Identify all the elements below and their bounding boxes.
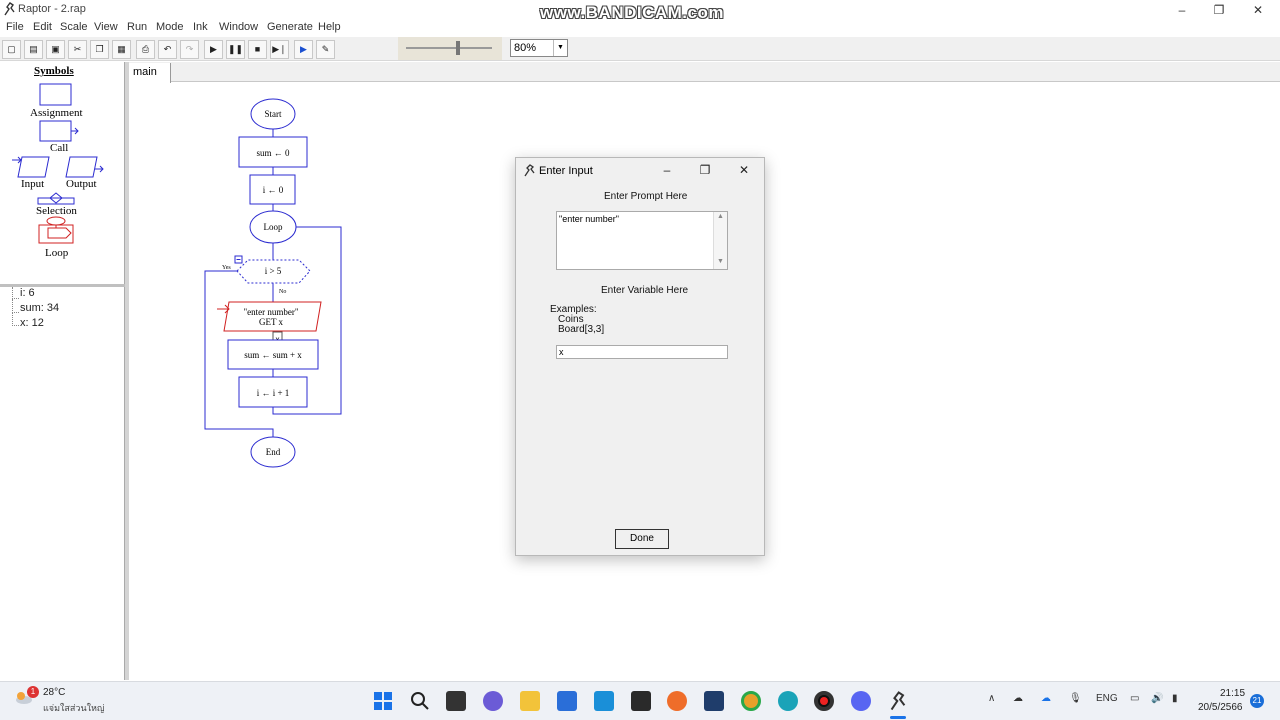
assign-sum-text: sum ← 0 [256,148,290,158]
active-app-indicator [890,716,906,719]
scroll-down-icon[interactable]: ▼ [717,258,724,265]
assign-i-text: i ← 0 [263,185,284,195]
assign-i-update-text: i ← i + 1 [257,388,290,398]
loop-node[interactable]: Loop [249,210,297,244]
raptor-app-icon [524,164,535,177]
dialog-minimize-button[interactable]: – [653,161,681,179]
store-icon[interactable] [557,691,577,711]
start-icon[interactable] [373,691,393,711]
microphone-icon[interactable]: 🎙 [1069,693,1082,704]
discord-icon[interactable] [851,691,871,711]
dialog-title: Enter Input [539,165,593,177]
yes-label: Yes [222,265,231,271]
task-view-icon[interactable] [446,691,466,711]
onedrive-icon[interactable]: ☁ [1041,693,1051,704]
prompt-value: "enter number" [559,214,619,224]
variable-input[interactable]: x [556,345,728,359]
dialog-maximize-button[interactable]: ❐ [691,161,719,179]
assign-sum-update-node[interactable]: sum ← sum + x [227,339,319,370]
prompt-textarea[interactable]: "enter number" ▲ ▼ [556,211,728,270]
scroll-up-icon[interactable]: ▲ [717,213,724,220]
dropbox-icon[interactable] [631,691,651,711]
prompt-label: Enter Prompt Here [604,191,688,202]
weather-desc[interactable]: แจ่มใสส่วนใหญ่ [43,701,105,715]
assign-sum-update-text: sum ← sum + x [244,350,302,360]
chrome-icon[interactable] [741,691,761,711]
onedrive-personal-icon[interactable]: ☁ [1013,693,1023,704]
weather-badge: 1 [27,686,39,698]
edge-icon[interactable] [778,691,798,711]
file-explorer-icon[interactable] [520,691,540,711]
volume-icon[interactable]: 🔊 [1151,693,1163,704]
condition-text: i > 5 [265,266,282,276]
language-indicator[interactable]: ENG [1096,693,1118,704]
chevron-up-icon[interactable]: ∧ [988,693,995,704]
start-node[interactable]: Start [250,98,296,130]
display-icon[interactable]: ▭ [1130,693,1139,704]
chat-icon[interactable] [483,691,503,711]
bandicam-icon[interactable] [814,691,834,711]
weather-temp[interactable]: 28°C [43,687,65,698]
mail-icon[interactable] [594,691,614,711]
prompt-scrollbar[interactable]: ▲ ▼ [713,212,727,269]
notification-badge[interactable]: 21 [1250,694,1264,708]
assign-i-node[interactable]: i ← 0 [249,174,296,205]
loop-text: Loop [264,222,283,232]
clock-date[interactable]: 20/5/2566 [1198,702,1243,713]
start-text: Start [265,109,282,119]
input-node[interactable]: "enter number" GET x [223,301,322,332]
search-icon[interactable] [410,691,430,711]
enter-input-dialog: Enter Input – ❐ ✕ Enter Prompt Here "ent… [515,157,765,556]
variable-label: Enter Variable Here [601,285,689,296]
assign-sum-node[interactable]: sum ← 0 [238,136,308,168]
assign-i-update-node[interactable]: i ← i + 1 [238,376,308,408]
raptor-taskbar-icon[interactable] [888,691,908,711]
done-button[interactable]: Done [615,529,669,549]
end-node[interactable]: End [250,436,296,468]
end-text: End [266,447,281,457]
condition-node[interactable]: i > 5 [234,255,311,284]
firefox-icon[interactable] [667,691,687,711]
input-prompt-text: "enter number" [243,307,298,317]
input-get-text: GET x [259,317,284,327]
dialog-close-button[interactable]: ✕ [730,161,758,179]
app-icon[interactable] [704,691,724,711]
no-label: No [279,289,286,295]
clock-time[interactable]: 21:15 [1220,688,1245,699]
taskbar: 1 28°C แจ่มใสส่วนใหญ่ ∧ ☁ ☁ 🎙 ENG ▭ 🔊 ▮ … [0,681,1280,720]
example-board: Board[3,3] [558,324,605,335]
battery-icon[interactable]: ▮ [1172,693,1178,704]
